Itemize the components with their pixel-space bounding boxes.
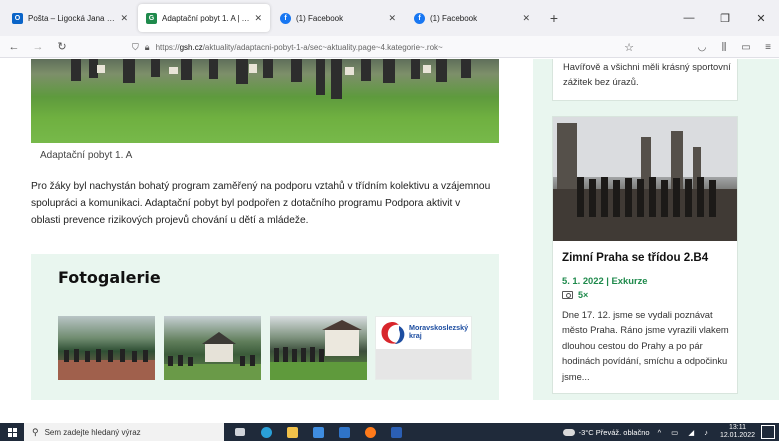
tab-facebook-2[interactable]: f (1) Facebook ✕ [406,4,538,32]
store-icon[interactable] [308,423,328,441]
mail-icon[interactable] [334,423,354,441]
tray-icons[interactable]: ^ ▭ ◢ ♪ [658,428,712,437]
pocket-icon[interactable]: ◡ [691,42,713,53]
news-card-title[interactable]: Zimní Praha se třídou 2.B4 [562,251,708,264]
url-path: /aktuality/adaptacni-pobyt-1-a/sec~aktua… [202,42,443,52]
windows-logo-icon [7,427,17,437]
minimize-icon[interactable]: — [671,12,707,24]
close-tab-icon[interactable]: ✕ [254,13,262,24]
thumbnail-building [270,320,367,380]
tab-facebook-1[interactable]: f (1) Facebook ✕ [272,4,404,32]
tab-label: (1) Facebook [430,13,478,23]
photo-caption: Adaptační pobyt 1. A [40,150,133,161]
logo-text: Moravskoslezský kraj [409,324,468,340]
lock-icon[interactable]: 🔒︎ [145,42,150,53]
moravskoslezsky-kraj-logo-icon [381,322,405,344]
bookmark-star-icon[interactable]: ☆ [624,41,634,54]
thumbnail-house [164,332,261,380]
tab-label: Pošta – Ligocká Jana – Outlook [28,13,116,23]
browser-tab-strip: O Pošta – Ligocká Jana – Outlook ✕ G Ada… [0,0,779,36]
search-icon: ⚲ [32,426,39,437]
word-icon[interactable] [386,423,406,441]
previous-card-excerpt: Havířově a všichni měli krásný sportovní… [563,61,731,87]
photo-count-value: 5× [578,290,589,300]
toolbar-right: ◡ ⫼ ▭ ≡ [691,36,779,58]
restore-icon[interactable]: ❐ [707,12,743,25]
thumbnail-figures [58,349,155,380]
gallery-thumbnail[interactable] [270,316,367,380]
task-view-icon[interactable] [230,423,250,441]
news-card-meta[interactable]: 5. 1. 2022 | Exkurze [562,275,648,286]
tab-adaptacni-pobyt[interactable]: G Adaptační pobyt 1. A | Aktuality ✕ [138,4,270,32]
reload-icon[interactable]: ↻ [52,40,72,53]
charles-bridge-group-photo [553,117,737,241]
notification-icon[interactable] [761,425,775,439]
sidebar-toggle-icon[interactable]: ▭ [735,42,757,53]
tab-label: (1) Facebook [296,13,344,23]
file-explorer-icon[interactable] [282,423,302,441]
logo-band [376,349,471,379]
windows-taskbar: ⚲ Sem zadejte hledaný výraz -3°C Převáž.… [0,423,779,441]
firefox-icon[interactable] [360,423,380,441]
library-icon[interactable]: ⫼ [713,42,735,53]
article-paragraph: Pro žáky byl nachystán bohatý program za… [31,181,491,226]
tab-outlook[interactable]: O Pošta – Ligocká Jana – Outlook ✕ [4,4,136,32]
close-tab-icon[interactable]: ✕ [120,13,128,24]
gsh-icon: G [146,12,157,24]
forward-arrow-icon[interactable]: → [28,41,48,53]
clock[interactable]: 13:11 12.01.2022 [720,424,755,440]
close-window-icon[interactable]: ✕ [743,12,779,25]
url-scheme: https:// [155,42,180,52]
gallery-thumbnail[interactable] [164,316,261,380]
weather-text: -3°C Převáž. oblačno [578,427,650,437]
clock-date: 12.01.2022 [719,432,755,439]
back-arrow-icon[interactable]: ← [4,41,24,53]
group-photo-figures [71,59,471,99]
web-page: Adaptační pobyt 1. A Pro žáky byl nachys… [0,59,779,400]
taskbar-search-placeholder: Sem zadejte hledaný výraz [44,427,141,437]
window-controls: — ❐ ✕ [671,0,779,36]
gallery-thumbnail[interactable] [58,316,155,380]
system-tray: -3°C Převáž. oblačno ^ ▭ ◢ ♪ 13:11 12.01.… [562,423,779,441]
new-tab-button[interactable]: + [544,8,564,28]
navigation-bar: ← → ↻ ⛉ 🔒︎ https://gsh.cz/aktuality/adap… [0,36,779,58]
address-bar[interactable]: ⛉ 🔒︎ https://gsh.cz/aktuality/adaptacni-… [132,38,664,56]
photo-count: 5× [562,290,588,300]
shield-icon[interactable]: ⛉ [132,42,139,53]
previous-news-card[interactable]: Havířově a všichni měli krásný sportovní… [552,59,738,101]
news-card[interactable]: Zimní Praha se třídou 2.B4 5. 1. 2022 | … [552,116,738,394]
news-card-excerpt: Dne 17. 12. jsme se vydali poznávat měst… [562,309,729,382]
edge-icon[interactable] [256,423,276,441]
gallery-title: Fotogalerie [58,268,161,287]
outlook-icon: O [12,12,23,24]
gallery-thumbnail-logo[interactable]: Moravskoslezský kraj [375,316,472,380]
facebook-icon: f [280,12,291,24]
taskbar-search[interactable]: ⚲ Sem zadejte hledaný výraz [24,423,224,441]
facebook-icon: f [414,12,425,24]
article-photo[interactable] [31,59,499,143]
news-card-photo[interactable] [553,117,737,241]
close-tab-icon[interactable]: ✕ [522,13,530,24]
close-tab-icon[interactable]: ✕ [388,13,396,24]
tab-label: Adaptační pobyt 1. A | Aktuality [162,13,251,23]
menu-icon[interactable]: ≡ [757,42,779,53]
logo-text-line2: kraj [409,331,422,340]
taskbar-apps [230,423,412,441]
clock-time: 13:11 [728,424,746,431]
start-button[interactable] [0,423,24,441]
photo-gallery: Fotogalerie Moravskoslezský kraj [31,254,499,400]
photo-icon [562,291,573,299]
url-host: gsh.cz [179,42,203,52]
cloud-icon [562,428,575,436]
weather-widget[interactable]: -3°C Převáž. oblačno [562,427,650,437]
